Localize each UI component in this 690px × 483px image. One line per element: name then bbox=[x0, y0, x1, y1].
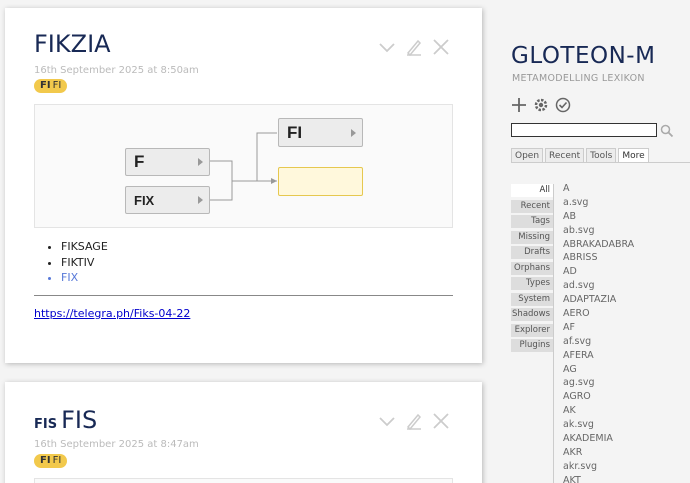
diagram-connectors bbox=[210, 132, 277, 201]
list-item[interactable]: AK bbox=[563, 404, 634, 418]
tiddler-fis: FIS FIS 16th September 2025 at 8:47am FI F… bbox=[5, 382, 482, 483]
list-item[interactable]: AF bbox=[563, 321, 634, 335]
tab-tools[interactable]: Tools bbox=[586, 148, 617, 163]
list-item[interactable]: FIX bbox=[61, 270, 108, 286]
list-item[interactable]: FIKTIV bbox=[61, 255, 108, 271]
plus-icon[interactable] bbox=[511, 97, 527, 113]
tiddler-fikzia: FIKZIA 16th September 2025 at 8:50am FI F… bbox=[5, 8, 482, 363]
list-item[interactable]: A bbox=[563, 182, 634, 196]
diagram-node-fix[interactable]: FIX bbox=[125, 186, 210, 214]
play-icon bbox=[198, 196, 203, 204]
subtab-types[interactable]: Types bbox=[511, 277, 553, 290]
tiddler-controls bbox=[378, 38, 450, 57]
list-item[interactable]: AGRO bbox=[563, 390, 634, 404]
list-item[interactable]: AG bbox=[563, 363, 634, 377]
site-title: GLOTEON-M bbox=[511, 43, 656, 69]
external-link[interactable]: https://telegra.ph/Fiks-04-22 bbox=[34, 307, 190, 320]
tiddler-list: Aa.svg AB ab.svg ABRAKADABRA ABRISS AD ad.svg A… bbox=[563, 182, 634, 483]
list-item[interactable]: ak.svg bbox=[563, 418, 634, 432]
subtab-drafts[interactable]: Drafts bbox=[511, 246, 553, 259]
tab-more[interactable]: More bbox=[618, 148, 649, 163]
tag-pill[interactable]: FI FI bbox=[34, 454, 68, 468]
edit-icon[interactable] bbox=[405, 412, 423, 431]
diagram-node-f[interactable]: F bbox=[125, 148, 210, 176]
search-icon[interactable] bbox=[660, 123, 674, 138]
diagram: F FIX FI bbox=[34, 104, 453, 228]
list-item[interactable]: AKADEMIA bbox=[563, 432, 634, 446]
subtab-tags[interactable]: Tags bbox=[511, 215, 553, 228]
list-item[interactable]: ABRAKADABRA bbox=[563, 238, 634, 252]
tab-recent[interactable]: Recent bbox=[545, 148, 585, 163]
list-item[interactable]: ADAPTAZIA bbox=[563, 293, 634, 307]
search-input[interactable] bbox=[511, 123, 657, 137]
chevron-down-icon[interactable] bbox=[378, 38, 396, 56]
list-item[interactable]: a.svg bbox=[563, 196, 634, 210]
gear-icon[interactable] bbox=[533, 97, 549, 113]
list-item[interactable]: af.svg bbox=[563, 335, 634, 349]
subtab-plugins[interactable]: Plugins bbox=[511, 339, 553, 352]
divider bbox=[34, 295, 453, 296]
tiddler-subtitle: 16th September 2025 at 8:50am bbox=[34, 65, 199, 76]
play-icon bbox=[351, 128, 356, 137]
tag-pill[interactable]: FI FI bbox=[34, 79, 68, 93]
subtab-all[interactable]: All bbox=[511, 184, 553, 197]
close-icon[interactable] bbox=[432, 38, 450, 56]
diagram-node-empty[interactable] bbox=[278, 167, 363, 196]
list-item[interactable]: ag.svg bbox=[563, 376, 634, 390]
list-item[interactable]: ab.svg bbox=[563, 224, 634, 238]
tiddler-controls bbox=[378, 412, 450, 431]
subtab-shadows[interactable]: Shadows bbox=[511, 308, 553, 321]
tiddler-title: FIKZIA bbox=[34, 30, 111, 58]
subtab-explorer[interactable]: Explorer bbox=[511, 323, 553, 337]
subtab-system[interactable]: System bbox=[511, 292, 553, 306]
list-item[interactable]: AD bbox=[563, 265, 634, 279]
list-item[interactable]: AERO bbox=[563, 307, 634, 321]
list-item[interactable]: FIKSAGE bbox=[61, 239, 108, 255]
tiddler-title: FIS FIS bbox=[34, 406, 98, 434]
list-item[interactable]: AKR bbox=[563, 446, 634, 460]
page-controls bbox=[511, 97, 571, 113]
tiddler-subtitle: 16th September 2025 at 8:47am bbox=[34, 439, 199, 450]
sidebar-tabs: Open Recent Tools More bbox=[511, 148, 649, 163]
subtab-missing[interactable]: Missing bbox=[511, 230, 553, 244]
list-item[interactable]: AB bbox=[563, 210, 634, 224]
more-subtabs: All Recent Tags Missing Drafts Orphans T… bbox=[511, 184, 553, 355]
link-list: FIKSAGE FIKTIV FIX bbox=[49, 239, 108, 286]
tab-open[interactable]: Open bbox=[511, 148, 544, 163]
subtab-recent[interactable]: Recent bbox=[511, 199, 553, 213]
divider bbox=[511, 162, 690, 163]
list-item[interactable]: akr.svg bbox=[563, 460, 634, 474]
chevron-down-icon[interactable] bbox=[378, 412, 396, 430]
check-circle-icon[interactable] bbox=[555, 97, 571, 113]
tiddler-body bbox=[34, 478, 453, 483]
list-item[interactable]: ad.svg bbox=[563, 279, 634, 293]
subtab-orphans[interactable]: Orphans bbox=[511, 261, 553, 275]
diagram-node-fi[interactable]: FI bbox=[278, 118, 363, 147]
list-item[interactable]: ABRISS bbox=[563, 251, 634, 265]
list-item[interactable]: AKT bbox=[563, 474, 634, 483]
divider bbox=[553, 184, 554, 483]
edit-icon[interactable] bbox=[405, 38, 423, 57]
list-item[interactable]: AFERA bbox=[563, 349, 634, 363]
site-subtitle: METAMODELLING LEXIKON bbox=[512, 73, 645, 84]
close-icon[interactable] bbox=[432, 412, 450, 430]
play-icon bbox=[198, 158, 203, 166]
